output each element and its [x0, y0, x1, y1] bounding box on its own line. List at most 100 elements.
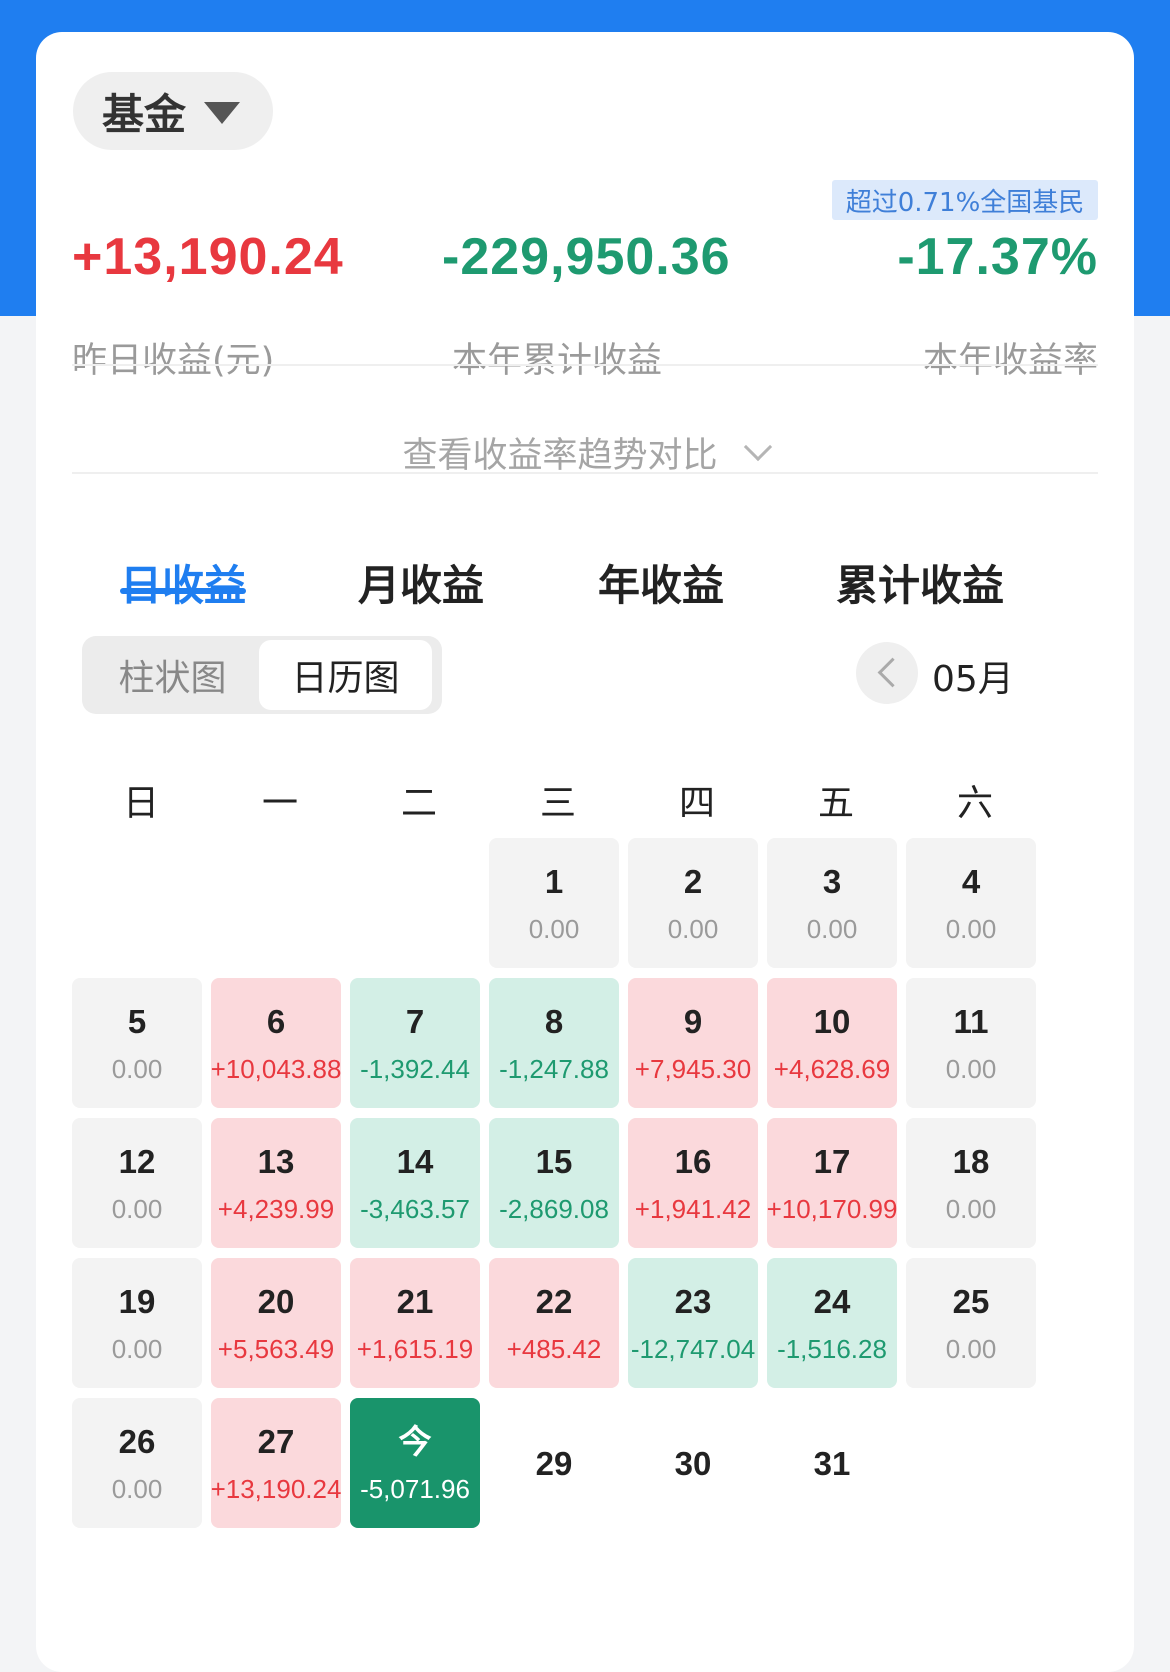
calendar-day-number: 17 [813, 1142, 851, 1180]
calendar-day-cell[interactable]: 4 0.00 [906, 838, 1036, 968]
calendar-day-earnings: 0.00 [111, 1333, 163, 1364]
active-tab-indicator [120, 588, 246, 594]
calendar-view-option[interactable]: 日历图 [259, 640, 432, 710]
weekday-tue: 二 [400, 783, 437, 824]
weekday-sun: 日 [122, 783, 159, 824]
calendar-day-earnings: 0.00 [945, 1333, 997, 1364]
calendar-day-cell[interactable]: 9 +7,945.30 [628, 978, 758, 1108]
calendar-day-number: 22 [535, 1282, 573, 1320]
month-label: 05月 [932, 659, 1014, 700]
yesterday-earnings-value: +13,190.24 [72, 228, 344, 286]
divider [72, 472, 1098, 474]
calendar-day-cell[interactable]: 31 [767, 1398, 897, 1528]
calendar-day-cell[interactable]: 16 +1,941.42 [628, 1118, 758, 1248]
calendar-day-cell[interactable]: 18 0.00 [906, 1118, 1036, 1248]
return-trend-toggle[interactable]: 查看收益率趋势对比 [36, 406, 1134, 498]
calendar-day-cell[interactable]: 20 +5,563.49 [211, 1258, 341, 1388]
calendar-day-number: 18 [952, 1142, 990, 1180]
rank-badge: 超过0.71%全国基民 [832, 180, 1098, 220]
calendar-day-number: 29 [535, 1444, 573, 1482]
weekday-thu: 四 [678, 783, 715, 824]
tab-yearly-earnings[interactable]: 年收益 [598, 552, 724, 613]
calendar-day-earnings: +13,190.24 [210, 1473, 342, 1504]
calendar-day-earnings: -1,247.88 [499, 1053, 609, 1084]
calendar-day-earnings: -2,869.08 [499, 1193, 609, 1224]
calendar-day-cell[interactable]: 7 -1,392.44 [350, 978, 480, 1108]
chevron-down-icon [743, 432, 772, 462]
calendar-day-number: 8 [544, 1002, 564, 1040]
calendar-day-cell[interactable]: 14 -3,463.57 [350, 1118, 480, 1248]
weekday-mon: 一 [261, 783, 298, 824]
calendar-day-earnings: +4,239.99 [217, 1193, 335, 1224]
calendar-day-cell[interactable]: 27 +13,190.24 [211, 1398, 341, 1528]
calendar-day-cell[interactable]: 2 0.00 [628, 838, 758, 968]
calendar-day-number: 30 [674, 1444, 712, 1482]
calendar-day-earnings: -1,516.28 [777, 1333, 887, 1364]
calendar-day-cell[interactable]: 26 0.00 [72, 1398, 202, 1528]
weekday-sat: 六 [956, 783, 993, 824]
calendar-day-cell[interactable]: 8 -1,247.88 [489, 978, 619, 1108]
calendar-day-earnings: 0.00 [806, 913, 858, 944]
weekday-wed: 三 [539, 783, 576, 824]
calendar-day-earnings: 0.00 [111, 1193, 163, 1224]
calendar-day-number: 4 [961, 862, 981, 900]
calendar-day-earnings: 0.00 [667, 913, 719, 944]
calendar-day-earnings: -1,392.44 [360, 1053, 470, 1084]
calendar-day-cell[interactable]: 6 +10,043.88 [211, 978, 341, 1108]
calendar-day-cell[interactable]: 22 +485.42 [489, 1258, 619, 1388]
calendar-day-cell[interactable]: 10 +4,628.69 [767, 978, 897, 1108]
calendar-day-earnings: -5,071.96 [360, 1473, 470, 1504]
calendar-day-cell[interactable]: 1 0.00 [489, 838, 619, 968]
calendar-day-earnings: 0.00 [111, 1053, 163, 1084]
calendar-day-number: 26 [118, 1422, 156, 1460]
calendar-day-number: 31 [813, 1444, 851, 1482]
calendar-day-number: 24 [813, 1282, 851, 1320]
calendar-day-earnings: +1,941.42 [634, 1193, 752, 1224]
calendar-day-cell[interactable]: 25 0.00 [906, 1258, 1036, 1388]
calendar-day-cell[interactable]: 今 -5,071.96 [350, 1398, 480, 1528]
yesterday-earnings-label: 昨日收益(元) [72, 341, 275, 381]
weekday-header: 日 一 二 三 四 五 六 [36, 774, 1134, 824]
calendar-day-earnings: 0.00 [111, 1473, 163, 1504]
tab-monthly-earnings[interactable]: 月收益 [358, 552, 484, 613]
calendar-day-cell[interactable]: 13 +4,239.99 [211, 1118, 341, 1248]
calendar-day-number: 23 [674, 1282, 712, 1320]
calendar-day-earnings: +10,170.99 [766, 1193, 898, 1224]
calendar-day-number: 9 [683, 1002, 703, 1040]
return-trend-label: 查看收益率趋势对比 [402, 435, 718, 476]
calendar-day-number: 2 [683, 862, 703, 900]
previous-month-button[interactable] [856, 642, 918, 704]
calendar-day-cell[interactable]: 17 +10,170.99 [767, 1118, 897, 1248]
divider [72, 364, 1098, 366]
calendar-day-number: 7 [405, 1002, 425, 1040]
calendar-day-number: 5 [127, 1002, 147, 1040]
bar-chart-view-option[interactable]: 柱状图 [86, 640, 259, 710]
calendar-day-cell[interactable]: 30 [628, 1398, 758, 1528]
fund-type-dropdown[interactable]: 基金 [73, 72, 273, 150]
ytd-return-rate-label: 本年收益率 [922, 341, 1098, 381]
calendar-day-cell[interactable]: 21 +1,615.19 [350, 1258, 480, 1388]
calendar-day-number: 今 [398, 1422, 432, 1460]
calendar-day-number: 10 [813, 1002, 851, 1040]
calendar-day-earnings: +1,615.19 [356, 1333, 474, 1364]
calendar-day-number: 15 [535, 1142, 573, 1180]
tab-cumulative-earnings[interactable]: 累计收益 [836, 552, 1004, 613]
calendar-day-cell[interactable]: 19 0.00 [72, 1258, 202, 1388]
calendar-day-cell[interactable]: 5 0.00 [72, 978, 202, 1108]
chart-view-toggle: 柱状图 日历图 [82, 636, 442, 714]
calendar-day-cell[interactable]: 3 0.00 [767, 838, 897, 968]
calendar-day-earnings: +10,043.88 [210, 1053, 342, 1084]
calendar-day-number: 27 [257, 1422, 295, 1460]
calendar-day-earnings: +5,563.49 [217, 1333, 335, 1364]
calendar-day-cell[interactable]: 24 -1,516.28 [767, 1258, 897, 1388]
calendar-day-earnings: +485.42 [506, 1333, 602, 1364]
calendar-day-cell[interactable]: 15 -2,869.08 [489, 1118, 619, 1248]
weekday-fri: 五 [817, 783, 854, 824]
calendar-day-cell[interactable]: 29 [489, 1398, 619, 1528]
calendar-day-cell[interactable]: 11 0.00 [906, 978, 1036, 1108]
calendar-day-number: 16 [674, 1142, 712, 1180]
tab-daily-earnings[interactable]: 日收益 [120, 552, 246, 613]
calendar-day-cell[interactable]: 23 -12,747.04 [628, 1258, 758, 1388]
calendar-day-cell[interactable]: 12 0.00 [72, 1118, 202, 1248]
calendar-day-number: 19 [118, 1282, 156, 1320]
